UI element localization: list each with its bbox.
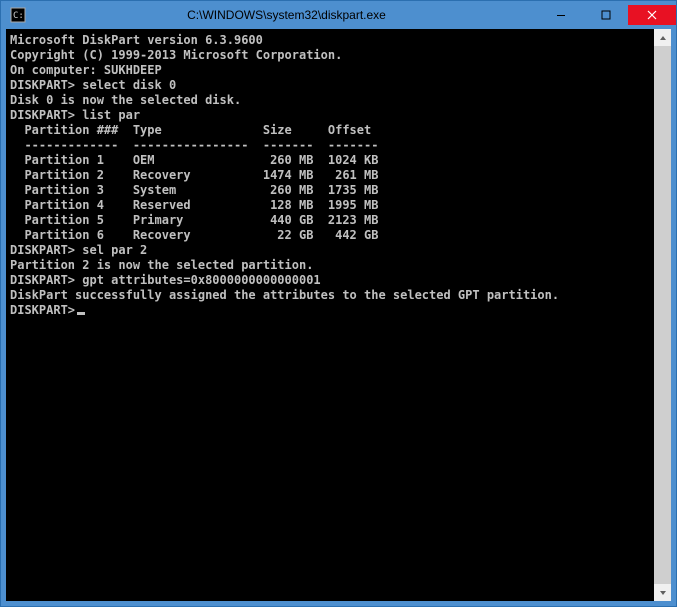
console-output[interactable]: Microsoft DiskPart version 6.3.9600Copyr… <box>6 29 654 601</box>
table-row: Partition 4 Reserved 128 MB 1995 MB <box>10 198 650 213</box>
console-line: DISKPART> select disk 0 <box>10 78 650 93</box>
scroll-down-button[interactable] <box>654 584 671 601</box>
vertical-scrollbar[interactable] <box>654 29 671 601</box>
window-buttons <box>538 5 676 25</box>
scroll-thumb[interactable] <box>654 46 671 584</box>
console-line: DISKPART> list par <box>10 108 650 123</box>
client-area: Microsoft DiskPart version 6.3.9600Copyr… <box>6 29 671 601</box>
scroll-up-button[interactable] <box>654 29 671 46</box>
svg-text:C:: C: <box>13 11 24 21</box>
table-row: Partition 6 Recovery 22 GB 442 GB <box>10 228 650 243</box>
table-row: Partition 3 System 260 MB 1735 MB <box>10 183 650 198</box>
console-line: ------------- ---------------- ------- -… <box>10 138 650 153</box>
minimize-button[interactable] <box>538 5 583 25</box>
console-line: Partition ### Type Size Offset <box>10 123 650 138</box>
table-row: Partition 5 Primary 440 GB 2123 MB <box>10 213 650 228</box>
app-icon: C: <box>1 1 35 29</box>
table-row: Partition 1 OEM 260 MB 1024 KB <box>10 153 650 168</box>
cursor-icon <box>77 312 85 315</box>
console-line: DISKPART> gpt attributes=0x8000000000000… <box>10 273 650 288</box>
close-button[interactable] <box>628 5 676 25</box>
console-line: On computer: SUKHDEEP <box>10 63 650 78</box>
console-line: DISKPART> sel par 2 <box>10 243 650 258</box>
console-line: Copyright (C) 1999-2013 Microsoft Corpor… <box>10 48 650 63</box>
table-row: Partition 2 Recovery 1474 MB 261 MB <box>10 168 650 183</box>
console-line: Partition 2 is now the selected partitio… <box>10 258 650 273</box>
titlebar[interactable]: C: C:\WINDOWS\system32\diskpart.exe <box>1 1 676 29</box>
prompt-text: DISKPART> <box>10 303 75 317</box>
scroll-track[interactable] <box>654 46 671 584</box>
console-line: Disk 0 is now the selected disk. <box>10 93 650 108</box>
maximize-button[interactable] <box>583 5 628 25</box>
console-line: Microsoft DiskPart version 6.3.9600 <box>10 33 650 48</box>
console-line: DiskPart successfully assigned the attri… <box>10 288 650 303</box>
window-title: C:\WINDOWS\system32\diskpart.exe <box>35 8 538 22</box>
console-prompt: DISKPART> <box>10 303 650 318</box>
app-window: C: C:\WINDOWS\system32\diskpart.exe Micr… <box>0 0 677 607</box>
